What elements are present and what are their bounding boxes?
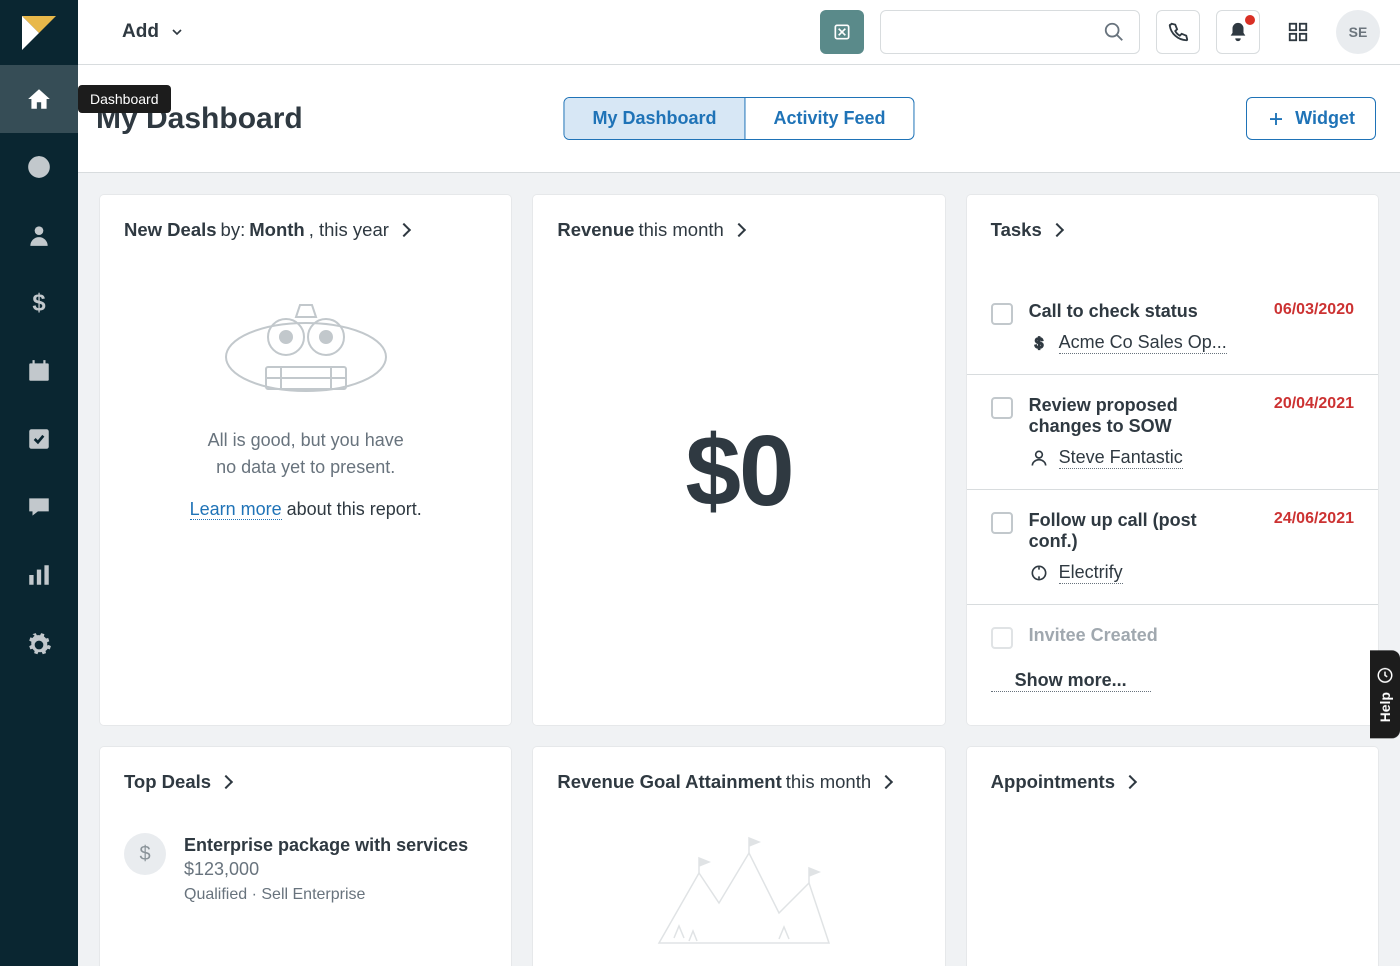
chevron-right-icon (1123, 775, 1137, 789)
chevron-right-icon (1050, 223, 1064, 237)
tab-my-dashboard[interactable]: My Dashboard (564, 98, 744, 139)
help-label: Help (1377, 692, 1393, 722)
chevron-right-icon (732, 223, 746, 237)
deal-amount: $123,000 (184, 859, 259, 879)
nav-reports[interactable] (0, 541, 78, 609)
help-icon (1376, 666, 1394, 684)
empty-text: All is good, but you have no data yet to… (124, 427, 487, 481)
nav-contacts[interactable] (0, 201, 78, 269)
nav-settings[interactable] (0, 611, 78, 679)
task-row: Invitee Created (967, 604, 1378, 656)
tab-activity-feed[interactable]: Activity Feed (744, 98, 913, 139)
task-date: 20/04/2021 (1274, 395, 1354, 413)
chevron-down-icon (169, 24, 185, 40)
card-title-tasks[interactable]: Tasks (967, 219, 1378, 241)
content-area: New Deals by: Month , this year All is g… (78, 173, 1400, 966)
add-button[interactable]: Add (118, 15, 189, 49)
deal-row: $ Enterprise package with services $123,… (124, 833, 487, 904)
person-icon (1029, 448, 1049, 468)
task-title: Invitee Created (1029, 625, 1354, 646)
avatar-initials: SE (1349, 24, 1368, 40)
revenue-value: $0 (685, 414, 792, 529)
widget-label: Widget (1295, 108, 1355, 129)
add-widget-button[interactable]: Widget (1246, 97, 1376, 140)
show-more-link[interactable]: Show more... (991, 666, 1151, 692)
task-checkbox[interactable] (991, 512, 1013, 534)
nav-tooltip: Dashboard (78, 85, 171, 113)
task-row: Review proposed changes to SOW Steve Fan… (967, 374, 1378, 489)
deal-avatar: $ (124, 833, 166, 875)
card-title-appointments[interactable]: Appointments (991, 771, 1354, 793)
card-title-top-deals[interactable]: Top Deals (124, 771, 487, 793)
topbar: Add SE (78, 0, 1400, 65)
avatar[interactable]: SE (1336, 10, 1380, 54)
chevron-right-icon (219, 775, 233, 789)
card-appointments: Appointments (967, 747, 1378, 966)
search-input[interactable] (880, 10, 1140, 54)
task-row: Call to check status $ Acme Co Sales Op.… (967, 261, 1378, 374)
task-row: Follow up call (post conf.) Electrify 24… (967, 489, 1378, 604)
task-date: 06/03/2020 (1274, 301, 1354, 319)
task-link[interactable]: Acme Co Sales Op... (1059, 332, 1227, 354)
task-checkbox[interactable] (991, 627, 1013, 649)
chevron-right-icon (397, 223, 411, 237)
compose-button[interactable] (820, 10, 864, 54)
deal-name: Enterprise package with services (184, 835, 468, 855)
goal-illustration (639, 833, 839, 953)
chevron-right-icon (879, 775, 893, 789)
notification-dot (1243, 13, 1257, 27)
card-revenue: Revenue this month $0 (533, 195, 944, 725)
plus-icon (1267, 110, 1285, 128)
phone-icon (1167, 21, 1189, 43)
view-tabs: My Dashboard Activity Feed (563, 97, 914, 140)
apps-button[interactable] (1276, 10, 1320, 54)
nav-tasks[interactable] (0, 405, 78, 473)
card-title-new-deals[interactable]: New Deals by: Month , this year (124, 219, 487, 241)
svg-text:$: $ (32, 290, 45, 316)
task-link[interactable]: Electrify (1059, 562, 1123, 584)
learn-more-link[interactable]: Learn more (190, 499, 282, 520)
empty-illustration (211, 287, 401, 407)
nav-home[interactable]: Dashboard (0, 65, 78, 133)
sidebar: Dashboard $ (0, 0, 78, 966)
svg-text:$: $ (1034, 335, 1043, 352)
grid-icon (1287, 21, 1309, 43)
add-label: Add (122, 21, 159, 43)
task-link[interactable]: Steve Fantastic (1059, 447, 1183, 469)
task-list: Call to check status $ Acme Co Sales Op.… (967, 261, 1378, 656)
card-top-deals: Top Deals $ Enterprise package with serv… (100, 747, 511, 966)
nav-calendar[interactable] (0, 337, 78, 405)
nav-chat[interactable] (0, 473, 78, 541)
search-icon (1103, 21, 1125, 43)
nav-leads[interactable] (0, 133, 78, 201)
card-revenue-goal: Revenue Goal Attainment this month (533, 747, 944, 966)
phone-button[interactable] (1156, 10, 1200, 54)
dollar-icon: $ (1029, 333, 1049, 353)
card-title-revenue-goal[interactable]: Revenue Goal Attainment this month (557, 771, 920, 793)
card-title-revenue[interactable]: Revenue this month (557, 219, 920, 241)
help-tab[interactable]: Help (1370, 650, 1400, 738)
nav-deals[interactable]: $ (0, 269, 78, 337)
notifications-button[interactable] (1216, 10, 1260, 54)
task-checkbox[interactable] (991, 303, 1013, 325)
task-checkbox[interactable] (991, 397, 1013, 419)
card-tasks: Tasks Call to check status $ Acme Co Sal… (967, 195, 1378, 725)
page-header: My Dashboard My Dashboard Activity Feed … (78, 65, 1400, 173)
brand-logo[interactable] (0, 0, 78, 65)
task-date: 24/06/2021 (1274, 510, 1354, 528)
target-icon (1029, 563, 1049, 583)
card-new-deals: New Deals by: Month , this year All is g… (100, 195, 511, 725)
deal-sub: Qualified · Sell Enterprise (184, 886, 487, 904)
